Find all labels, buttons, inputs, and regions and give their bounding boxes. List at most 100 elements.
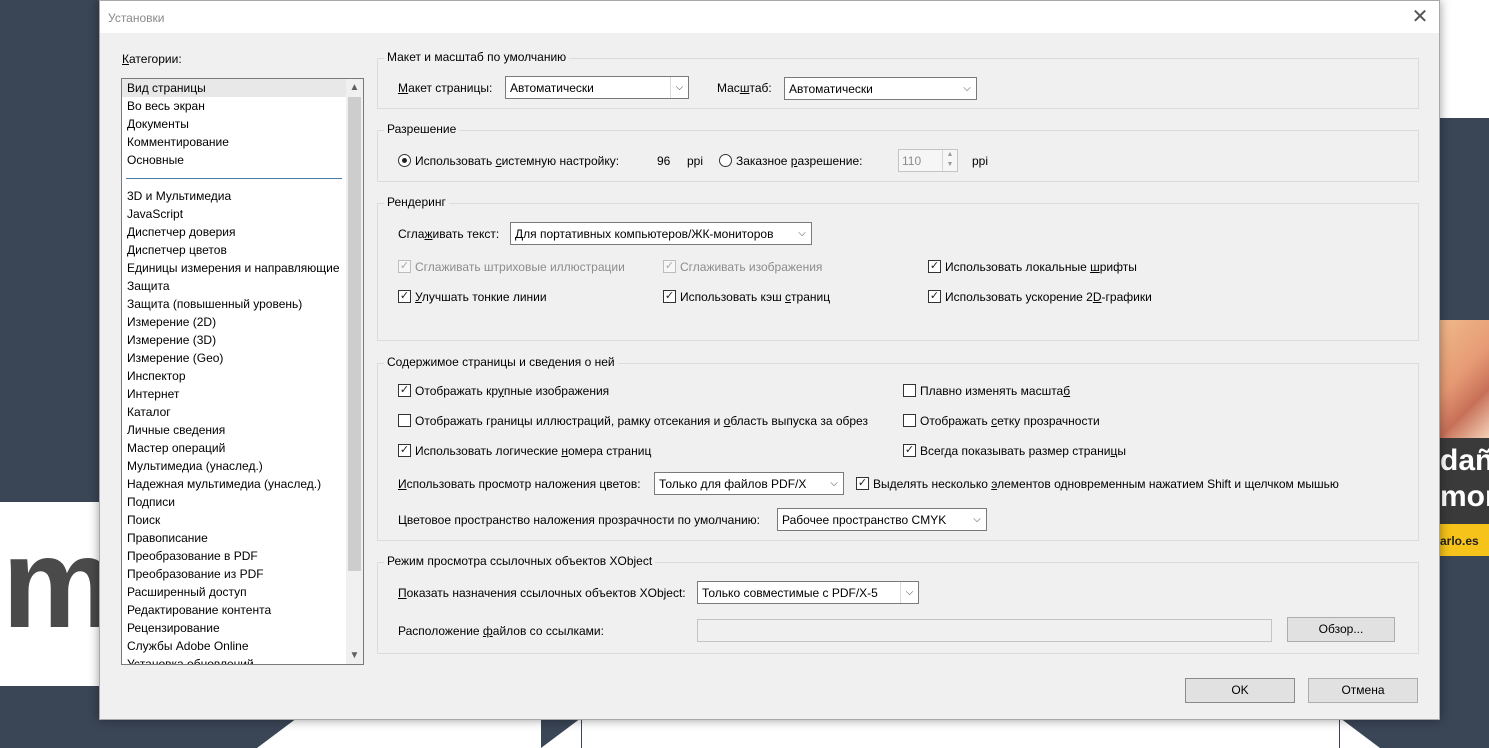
category-item[interactable]: Документы <box>122 115 346 133</box>
background-block <box>582 720 1339 748</box>
xobject-group-title: Режим просмотра ссылочных объектов XObje… <box>384 554 656 568</box>
category-item[interactable]: Надежная мультимедиа (унаслед.) <box>122 475 346 493</box>
always-page-size-checkbox[interactable]: ✓ <box>903 444 916 457</box>
smooth-line-art-checkbox[interactable]: ✓ <box>398 260 411 273</box>
category-item[interactable]: Редактирование контента <box>122 601 346 619</box>
layout-group-title: Макет и масштаб по умолчанию <box>384 50 570 64</box>
category-item[interactable]: Вид страницы <box>122 79 346 97</box>
zoom-value: Автоматически <box>789 82 873 96</box>
art-trim-bleed-label: Отображать границы иллюстраций, рамку от… <box>415 414 868 428</box>
page-layout-select[interactable]: Автоматически ⌵ <box>505 76 689 99</box>
category-item[interactable]: Инспектор <box>122 367 346 385</box>
category-item[interactable]: Измерение (2D) <box>122 313 346 331</box>
show-targets-label: Показать назначения ссылочных объектов X… <box>398 586 686 600</box>
category-item[interactable]: Преобразование в PDF <box>122 547 346 565</box>
spin-up-icon[interactable]: ▲ <box>943 150 957 160</box>
page-layout-label: Макет страницы: <box>398 81 493 95</box>
smooth-text-label: Сглаживать текст: <box>398 227 500 241</box>
shift-click-checkbox[interactable]: ✓ <box>856 477 869 490</box>
category-item[interactable]: JavaScript <box>122 205 346 223</box>
category-item[interactable]: Защита <box>122 277 346 295</box>
large-images-label: Отображать крупные изображения <box>415 384 610 398</box>
category-item[interactable]: Единицы измерения и направляющие <box>122 259 346 277</box>
spin-down-icon[interactable]: ▼ <box>943 160 957 170</box>
always-page-size-label: Всегда показывать размер страницы <box>920 444 1126 458</box>
category-item[interactable]: Диспетчер цветов <box>122 241 346 259</box>
category-item[interactable]: Поиск <box>122 511 346 529</box>
smooth-zoom-checkbox[interactable] <box>903 384 916 397</box>
categories-items: Вид страницы Во весь экран Документы Коммен… <box>122 79 346 664</box>
accel-2d-checkbox[interactable]: ✓ <box>928 290 941 303</box>
local-fonts-checkbox[interactable]: ✓ <box>928 260 941 273</box>
custom-resolution-radio[interactable] <box>719 154 732 167</box>
logical-page-numbers-checkbox[interactable]: ✓ <box>398 444 411 457</box>
system-resolution-radio[interactable] <box>398 154 411 167</box>
chevron-down-icon: ⌵ <box>830 478 838 489</box>
category-item[interactable]: Измерение (Geo) <box>122 349 346 367</box>
overprint-select[interactable]: Только для файлов PDF/X ⌵ <box>654 472 844 495</box>
location-label: Расположение файлов со ссылками: <box>398 624 604 638</box>
category-item[interactable]: Рецензирование <box>122 619 346 637</box>
location-field[interactable] <box>697 619 1272 642</box>
category-item[interactable]: Комментирование <box>122 133 346 151</box>
page-cache-checkbox[interactable]: ✓ <box>663 290 676 303</box>
category-item[interactable]: Основные <box>122 151 346 169</box>
close-icon[interactable]: ✕ <box>1407 4 1433 30</box>
accel-2d-label: Использовать ускорение 2D-графики <box>945 290 1152 304</box>
category-item[interactable]: Во весь экран <box>122 97 346 115</box>
large-images-checkbox[interactable]: ✓ <box>398 384 411 397</box>
system-resolution-value: 96 <box>657 154 671 168</box>
category-item[interactable]: Защита (повышенный уровень) <box>122 295 346 313</box>
scroll-down-icon[interactable]: ▼ <box>346 647 363 664</box>
category-item[interactable]: Подписи <box>122 493 346 511</box>
category-item[interactable]: Расширенный доступ <box>122 583 346 601</box>
category-item[interactable]: Мастер операций <box>122 439 346 457</box>
smooth-images-checkbox[interactable]: ✓ <box>663 260 676 273</box>
ad-link: arlo.es <box>1440 524 1489 556</box>
categories-list[interactable]: Вид страницы Во весь экран Документы Коммен… <box>121 78 364 665</box>
smooth-text-value: Для портативных компьютеров/ЖК-мониторов <box>515 227 774 241</box>
show-targets-select[interactable]: Только совместимые с PDF/X-5 ⌵ <box>697 581 919 604</box>
category-item[interactable]: Личные сведения <box>122 421 346 439</box>
scroll-thumb[interactable] <box>348 97 361 571</box>
smooth-zoom-label: Плавно изменять масштаб <box>920 384 1071 398</box>
system-resolution-label: Использовать системную настройку: <box>415 154 620 168</box>
browse-button[interactable]: Обзор... <box>1287 617 1395 642</box>
category-item[interactable]: Установка обновлений <box>122 655 346 664</box>
blend-space-label: Цветовое пространство наложения прозрачн… <box>398 513 760 527</box>
custom-resolution-spinner[interactable]: 110 ▲ ▼ <box>898 149 958 172</box>
zoom-select[interactable]: Автоматически ⌵ <box>784 77 977 100</box>
category-item[interactable]: 3D и Мультимедиа <box>122 187 346 205</box>
category-item[interactable]: Службы Adobe Online <box>122 637 346 655</box>
transparency-grid-label: Отображать сетку прозрачности <box>920 414 1100 428</box>
content-group-title: Содержимое страницы и сведения о ней <box>384 355 618 369</box>
zoom-label: Масштаб: <box>717 81 772 95</box>
category-item[interactable]: Диспетчер доверия <box>122 223 346 241</box>
scroll-up-icon[interactable]: ▲ <box>346 79 363 96</box>
category-item[interactable]: Правописание <box>122 529 346 547</box>
art-trim-bleed-checkbox[interactable] <box>398 414 411 427</box>
smooth-text-select[interactable]: Для портативных компьютеров/ЖК-мониторов… <box>510 222 812 245</box>
category-separator <box>122 169 346 187</box>
spinner-buttons[interactable]: ▲ ▼ <box>942 150 957 171</box>
background-logo-letter: m <box>2 512 116 655</box>
blend-space-select[interactable]: Рабочее пространство CMYK ⌵ <box>777 508 987 531</box>
transparency-grid-checkbox[interactable] <box>903 414 916 427</box>
overprint-label: Использовать просмотр наложения цветов: <box>398 477 641 491</box>
enhance-thin-lines-checkbox[interactable]: ✓ <box>398 290 411 303</box>
category-item[interactable]: Преобразование из PDF <box>122 565 346 583</box>
category-item[interactable]: Измерение (3D) <box>122 331 346 349</box>
blend-space-value: Рабочее пространство CMYK <box>782 513 947 527</box>
ok-button[interactable]: OK <box>1185 678 1295 703</box>
shift-click-label: Выделять несколько элементов одновременн… <box>873 477 1339 491</box>
chevron-down-icon: ⌵ <box>900 582 918 603</box>
category-item[interactable]: Мультимедиа (унаслед.) <box>122 457 346 475</box>
page-cache-label: Использовать кэш страниц <box>680 290 831 304</box>
custom-resolution-unit: ppi <box>972 154 989 168</box>
category-item[interactable]: Интернет <box>122 385 346 403</box>
category-item[interactable]: Каталог <box>122 403 346 421</box>
cancel-button[interactable]: Отмена <box>1308 678 1418 703</box>
categories-scrollbar[interactable]: ▲ ▼ <box>346 79 363 664</box>
chevron-down-icon: ⌵ <box>798 228 806 239</box>
background-triangle <box>541 718 581 748</box>
